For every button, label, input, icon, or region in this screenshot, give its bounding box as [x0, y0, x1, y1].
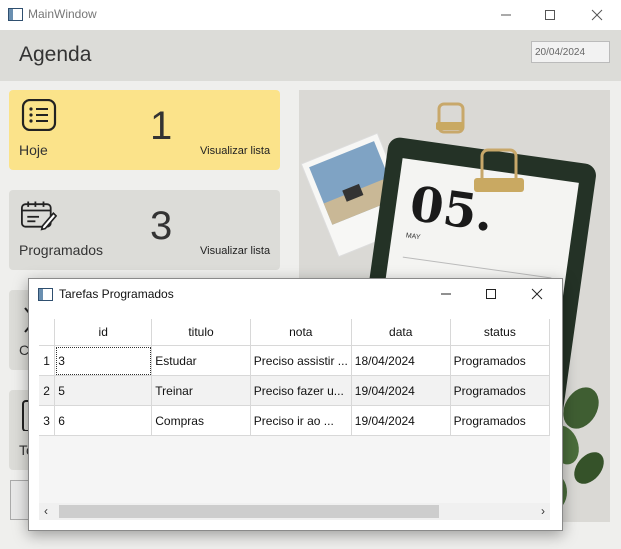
calendar-edit-icon — [21, 201, 57, 231]
table-row[interactable]: 3 6 Compras Preciso ir ao ... 19/04/2024… — [39, 405, 550, 436]
card-programados[interactable]: Programados 3 Visualizar lista — [9, 190, 280, 270]
row-header[interactable]: 3 — [39, 405, 56, 436]
table-cell[interactable]: Programados — [450, 375, 550, 406]
maximize-button[interactable] — [527, 0, 573, 30]
close-icon — [591, 9, 603, 21]
column-header[interactable]: status — [450, 319, 550, 346]
minimize-icon — [441, 293, 451, 295]
table-cell[interactable]: Treinar — [151, 375, 251, 406]
list-icon — [21, 99, 57, 131]
window-title: MainWindow — [28, 7, 97, 21]
minimize-icon — [501, 14, 511, 16]
card-count: 3 — [150, 204, 173, 248]
minimize-button[interactable] — [483, 0, 529, 30]
column-header[interactable]: data — [351, 319, 451, 346]
card-hoje[interactable]: Hoje 1 Visualizar lista — [9, 90, 280, 170]
main-window: MainWindow Agenda 20/04/2024 Hoje 1 Visu… — [0, 0, 621, 549]
app-window-icon — [8, 8, 23, 21]
maximize-icon — [486, 289, 496, 299]
table-row[interactable]: 1 3 Estudar Preciso assistir ... 18/04/2… — [39, 345, 550, 376]
table-cell[interactable]: 18/04/2024 — [351, 345, 451, 376]
page-title: Agenda — [19, 43, 92, 66]
table-cell[interactable]: 5 — [54, 375, 153, 406]
table-cell[interactable]: 3 — [54, 345, 153, 376]
scroll-left-icon[interactable]: ‹ — [44, 504, 48, 518]
dialog-title: Tarefas Programados — [59, 287, 174, 301]
close-icon — [531, 288, 543, 300]
scheduled-tasks-dialog: Tarefas Programados id titulo nota data … — [28, 278, 563, 531]
table-cell[interactable]: Programados — [450, 405, 550, 436]
close-button[interactable] — [574, 0, 620, 30]
title-bar[interactable]: MainWindow — [0, 0, 621, 30]
table-corner[interactable] — [39, 319, 56, 346]
dialog-maximize-button[interactable] — [468, 279, 514, 309]
table-cell[interactable]: Estudar — [151, 345, 251, 376]
table-cell[interactable]: Preciso assistir ... — [250, 345, 352, 376]
dialog-window-icon — [38, 288, 53, 301]
horizontal-scrollbar[interactable]: ‹ › — [39, 503, 550, 520]
view-list-link[interactable]: Visualizar lista — [200, 245, 270, 257]
header-bar: Agenda 20/04/2024 — [0, 30, 621, 81]
scrollbar-thumb[interactable] — [59, 505, 439, 518]
date-field[interactable]: 20/04/2024 — [531, 41, 610, 63]
row-header[interactable]: 2 — [39, 375, 56, 406]
table-cell[interactable]: Preciso fazer u... — [250, 375, 352, 406]
view-list-link[interactable]: Visualizar lista — [200, 145, 270, 157]
column-header[interactable]: titulo — [151, 319, 251, 346]
table-cell[interactable]: 19/04/2024 — [351, 375, 451, 406]
dialog-title-bar[interactable]: Tarefas Programados — [29, 279, 562, 309]
table-cell[interactable]: 6 — [54, 405, 153, 436]
table-cell[interactable]: Compras — [151, 405, 251, 436]
card-label: Hoje — [19, 142, 48, 158]
card-label: Programados — [19, 242, 104, 258]
card-count: 1 — [150, 104, 173, 148]
dialog-minimize-button[interactable] — [423, 279, 469, 309]
dialog-close-button[interactable] — [514, 279, 560, 309]
column-header[interactable]: nota — [250, 319, 352, 346]
table-cell[interactable]: Preciso ir ao ... — [250, 405, 352, 436]
maximize-icon — [545, 10, 555, 20]
tasks-table: id titulo nota data status 1 3 Estudar P… — [39, 319, 550, 436]
table-cell[interactable]: Programados — [450, 345, 550, 376]
column-header[interactable]: id — [54, 319, 153, 346]
table-cell[interactable]: 19/04/2024 — [351, 405, 451, 436]
tasks-table-view[interactable]: id titulo nota data status 1 3 Estudar P… — [39, 319, 550, 503]
scroll-right-icon[interactable]: › — [541, 504, 545, 518]
table-row[interactable]: 2 5 Treinar Preciso fazer u... 19/04/202… — [39, 375, 550, 406]
row-header[interactable]: 1 — [39, 345, 56, 376]
table-header-row: id titulo nota data status — [39, 319, 550, 346]
